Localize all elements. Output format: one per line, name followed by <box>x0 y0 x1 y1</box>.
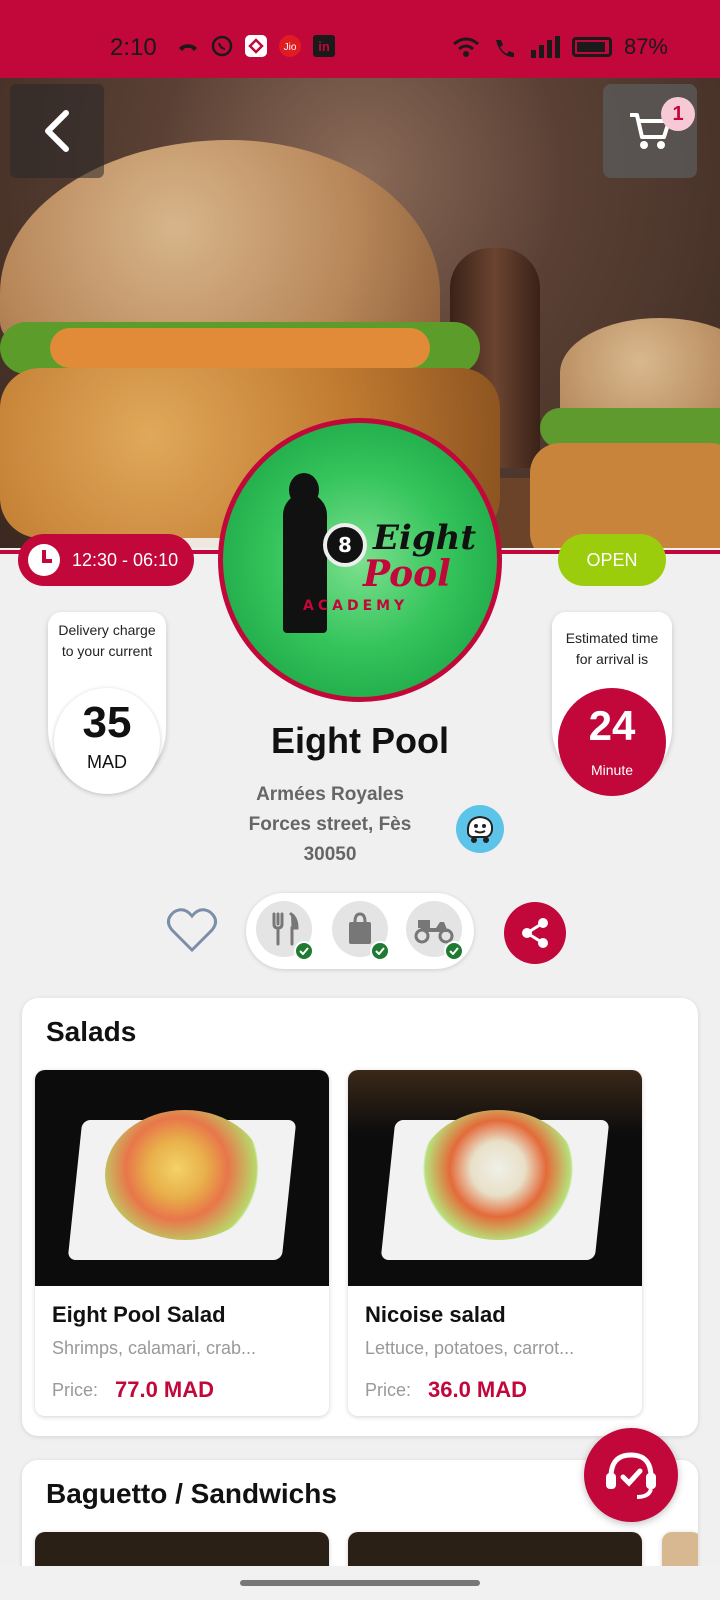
dish-photo <box>348 1070 642 1286</box>
section-title: Salads <box>46 1016 137 1047</box>
battery-icon <box>571 37 612 57</box>
delivery-charge-value: 35 <box>82 698 132 747</box>
restaurant-name: Eight Pool <box>271 720 449 761</box>
screen: 2:10 Jio in 87% 1 12:30 - 06:10 OPEN 8 E… <box>0 0 720 1600</box>
logo-text-eight: Eight <box>373 518 477 558</box>
delivery-mode <box>406 901 464 961</box>
system-icons: 87% <box>452 34 668 60</box>
section-title: Baguetto / Sandwichs <box>46 1478 337 1509</box>
price-label: Price: <box>365 1380 412 1400</box>
svg-text:Jio: Jio <box>284 42 297 53</box>
whatsapp-icon <box>211 35 233 57</box>
system-navigation-bar <box>0 1566 720 1600</box>
eta-value: 24 <box>588 702 636 749</box>
eta-unit: Minute <box>590 762 634 778</box>
battery-percent: 87% <box>623 34 668 59</box>
check-icon <box>294 941 314 961</box>
dish-description: Shrimps, calamari, crab... <box>52 1338 257 1358</box>
status-time: 2:10 <box>110 34 157 61</box>
menu-section-salads: Salads Eight Pool Salad Shrimps, calamar… <box>22 998 698 1436</box>
chevron-left-icon <box>45 110 69 152</box>
share-button[interactable] <box>504 902 566 964</box>
dish-description: Lettuce, potatoes, carrot... <box>365 1338 575 1358</box>
missed-call-icon <box>179 44 197 51</box>
waze-navigation-button[interactable] <box>456 805 504 853</box>
restaurant-address: Armées Royales Forces street, Fès 30050 <box>248 784 412 865</box>
svg-text:in: in <box>318 39 330 54</box>
logo-ball: 8 <box>323 523 367 567</box>
back-button[interactable] <box>10 84 104 178</box>
scooter-icon <box>414 920 454 944</box>
clock-icon <box>28 544 60 576</box>
app-icon <box>245 35 267 57</box>
dish-name: Nicoise salad <box>365 1302 506 1327</box>
favorite-heart-icon[interactable] <box>166 906 218 954</box>
share-icon <box>522 918 548 948</box>
eta-label: Estimated time for arrival is <box>565 630 659 667</box>
signal-icon <box>530 36 560 58</box>
menu-item-card[interactable]: Nicoise salad Lettuce, potatoes, carrot.… <box>348 1070 642 1416</box>
home-gesture-handle[interactable] <box>240 1580 480 1586</box>
logo-text-academy: ACADEMY <box>303 598 409 614</box>
headset-support-icon <box>606 1452 656 1499</box>
dine-in-mode <box>256 901 314 961</box>
open-status-badge: OPEN <box>558 534 666 586</box>
delivery-charge-card: Delivery charge to your current 35 MAD <box>48 612 166 794</box>
status-bar: 2:10 Jio in 87% <box>0 0 720 78</box>
service-modes <box>246 893 474 969</box>
linkedin-icon: in <box>313 35 335 57</box>
dish-name: Eight Pool Salad <box>52 1302 226 1327</box>
support-button[interactable] <box>584 1428 678 1522</box>
takeaway-mode <box>332 901 390 961</box>
check-icon <box>444 941 464 961</box>
notification-icons: Jio in <box>176 34 336 58</box>
wifi-call-icon <box>495 40 514 57</box>
delivery-charge-unit: MAD <box>87 752 127 772</box>
fork-knife-icon <box>272 912 299 946</box>
dish-price: 36.0 MAD <box>428 1377 528 1402</box>
check-icon <box>370 941 390 961</box>
restaurant-logo: 8 Eight Pool ACADEMY <box>218 418 502 702</box>
waze-icon <box>466 815 494 843</box>
logo-text-pool: Pool <box>363 553 451 595</box>
jio-icon: Jio <box>279 35 301 57</box>
cart-count-badge: 1 <box>661 97 695 131</box>
menu-item-card[interactable]: Eight Pool Salad Shrimps, calamari, crab… <box>35 1070 329 1416</box>
opening-hours: 12:30 - 06:10 <box>72 549 179 570</box>
price-label: Price: <box>52 1380 99 1400</box>
opening-hours-badge: 12:30 - 06:10 <box>18 534 194 586</box>
dish-photo <box>35 1070 329 1286</box>
eta-card: Estimated time for arrival is 24 Minute <box>552 612 672 796</box>
shopping-bag-icon <box>349 912 371 944</box>
wifi-icon <box>452 37 479 57</box>
dish-price: 77.0 MAD <box>115 1377 215 1402</box>
delivery-charge-label: Delivery charge to your current <box>58 622 156 659</box>
